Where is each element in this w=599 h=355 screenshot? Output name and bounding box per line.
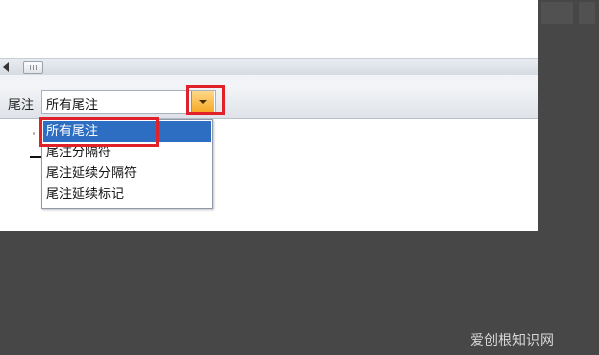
- highlight-box-button: [186, 85, 225, 115]
- watermark-text: 爱创根知识网: [470, 333, 554, 349]
- dropdown-option[interactable]: 尾注延续分隔符: [43, 163, 211, 184]
- scroll-left-icon[interactable]: [3, 62, 9, 72]
- ribbon-button[interactable]: [541, 2, 573, 24]
- document-page-area: [0, 0, 538, 58]
- endnote-view-value: 所有尾注: [46, 98, 99, 113]
- highlight-box-option: [39, 117, 159, 147]
- endnote-toolbar: 尾注 所有尾注: [0, 85, 538, 119]
- horizontal-scrollbar[interactable]: [0, 58, 538, 76]
- pane-divider[interactable]: [0, 75, 538, 85]
- ribbon-button[interactable]: [579, 2, 595, 24]
- ribbon-fragment: [538, 0, 599, 58]
- dropdown-option[interactable]: 尾注延续标记: [43, 184, 211, 205]
- scroll-thumb[interactable]: [23, 61, 43, 74]
- cursor-mark: [33, 132, 35, 135]
- endnote-label: 尾注: [8, 98, 35, 113]
